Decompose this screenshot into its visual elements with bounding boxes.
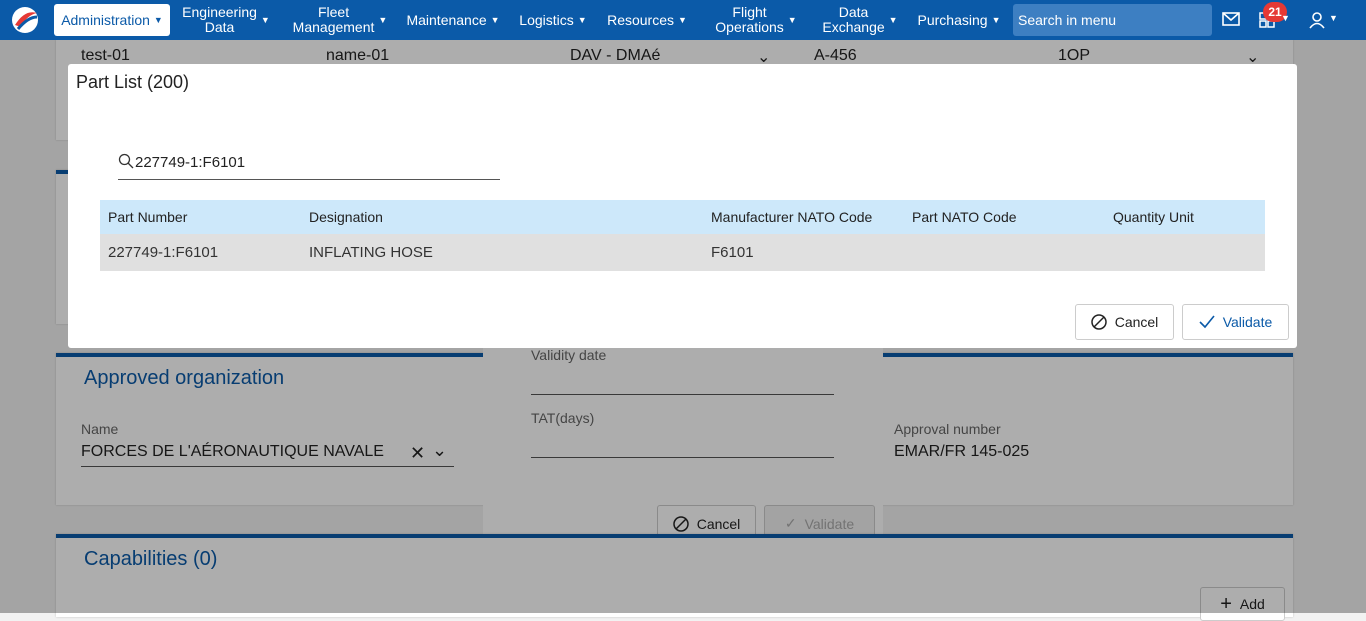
part-search-field [118, 152, 500, 180]
part-list-table: Part Number Designation Manufacturer NAT… [100, 200, 1265, 271]
nav-maintenance[interactable]: Maintenance ▼ [406, 0, 500, 40]
nav-purchasing[interactable]: Purchasing ▼ [916, 0, 1002, 40]
column-header-part-number[interactable]: Part Number [108, 200, 187, 234]
button-label: Cancel [1114, 314, 1159, 330]
nav-data-exchange[interactable]: Data Exchange ▼ [820, 0, 900, 40]
nav-label: Administration [61, 11, 150, 28]
check-icon [1199, 315, 1215, 329]
chevron-down-icon: ▼ [787, 14, 797, 25]
part-list-dialog: Part List (200) Part Number Designation … [68, 64, 1297, 348]
chevron-down-icon: ▼ [577, 14, 587, 25]
nav-label: Logistics [519, 11, 574, 28]
chevron-down-icon: ▼ [991, 14, 1001, 25]
table-header: Part Number Designation Manufacturer NAT… [100, 200, 1265, 234]
part-search-input[interactable] [135, 154, 495, 171]
nav-label: Engineering Data [182, 4, 257, 35]
nav-label: Maintenance [406, 11, 487, 28]
cancel-icon [1090, 314, 1107, 330]
chevron-down-icon: ▼ [378, 14, 388, 25]
nav-flight-operations[interactable]: Flight Operations ▼ [712, 0, 800, 40]
app-logo-icon[interactable] [10, 5, 40, 35]
menu-search-input[interactable]: Search in menu [1013, 4, 1212, 36]
chevron-down-icon: ▼ [490, 14, 500, 25]
nav-logistics[interactable]: Logistics ▼ [518, 0, 588, 40]
chevron-down-icon: ▼ [153, 14, 163, 25]
nav-resources[interactable]: Resources ▼ [606, 0, 688, 40]
nav-fleet-management[interactable]: Fleet Management ▼ [290, 0, 390, 40]
dialog-cancel-button[interactable]: Cancel [1075, 304, 1174, 340]
dialog-title: Part List (200) [76, 72, 190, 92]
column-header-manufacturer-nato-code[interactable]: Manufacturer NATO Code [711, 200, 872, 234]
cell-designation: INFLATING HOSE [309, 244, 433, 261]
button-label: Validate [1222, 314, 1273, 330]
dialog-validate-button[interactable]: Validate [1182, 304, 1289, 340]
search-icon [118, 153, 134, 169]
cell-manufacturer-nato-code: F6101 [711, 244, 754, 261]
nav-administration[interactable]: Administration ▼ [54, 4, 170, 36]
nav-label: Purchasing [917, 11, 988, 28]
user-icon[interactable] [1308, 11, 1326, 29]
chevron-down-icon: ▼ [678, 14, 687, 25]
nav-label: Fleet Management [292, 4, 375, 35]
table-row[interactable]: 227749-1:F6101 INFLATING HOSE F6101 [100, 234, 1265, 271]
nav-label: Data Exchange [822, 4, 885, 35]
chevron-down-icon: ▼ [260, 14, 270, 25]
column-header-designation[interactable]: Designation [309, 200, 383, 234]
chevron-down-icon: ▼ [1281, 13, 1290, 23]
chevron-down-icon: ▼ [888, 14, 898, 25]
mail-icon[interactable] [1222, 12, 1240, 26]
column-header-part-nato-code[interactable]: Part NATO Code [912, 200, 1017, 234]
nav-label: Flight Operations [715, 4, 784, 35]
nav-engineering-data[interactable]: Engineering Data ▼ [180, 0, 272, 40]
nav-label: Resources [607, 11, 674, 28]
cell-part-number: 227749-1:F6101 [108, 244, 219, 261]
top-navigation-bar: Administration ▼ Engineering Data ▼ Fleet … [0, 0, 1366, 40]
chevron-down-icon: ▼ [1329, 13, 1338, 23]
column-header-quantity-unit[interactable]: Quantity Unit [1113, 200, 1194, 234]
